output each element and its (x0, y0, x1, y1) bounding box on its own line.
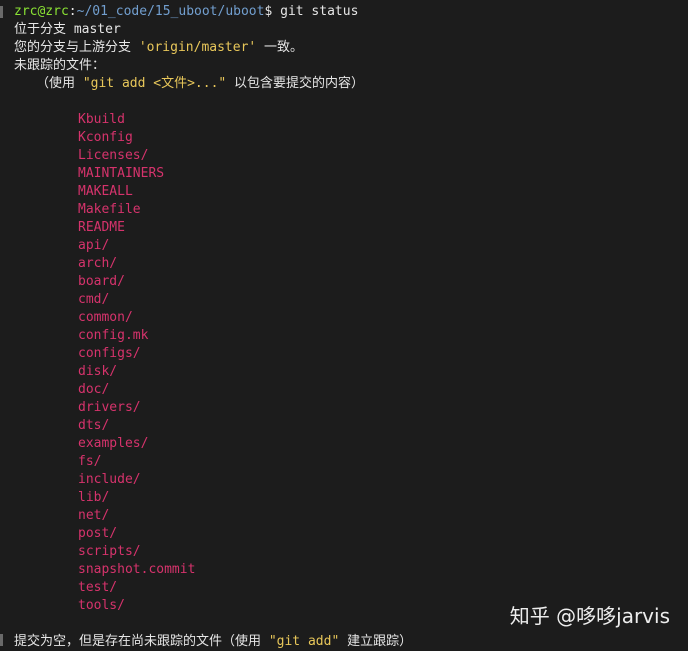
upstream-name: 'origin/master' (138, 40, 257, 55)
untracked-file-item: include/ (78, 472, 141, 487)
footer-command: "git add" (268, 634, 340, 649)
hint-line: （使用 "git add <文件>..." 以包含要提交的内容） (14, 75, 688, 93)
prompt-line: zrc@zrc:~/01_code/15_uboot/uboot$ git st… (14, 3, 688, 21)
untracked-file-item: net/ (78, 508, 110, 523)
untracked-file-item: drivers/ (78, 400, 141, 415)
footer-prefix: 提交为空，但是存在尚未跟踪的文件（使用 (14, 634, 269, 649)
untracked-file-item: cmd/ (78, 292, 110, 307)
terminal-output[interactable]: zrc@zrc:~/01_code/15_uboot/uboot$ git st… (0, 0, 688, 651)
untracked-file-item: snapshot.commit (78, 562, 196, 577)
untracked-file-item: Licenses/ (78, 148, 149, 163)
upstream-prefix: 您的分支与上游分支 (14, 40, 139, 55)
scroll-marker-top (0, 6, 3, 18)
untracked-file-item: MAINTAINERS (78, 166, 165, 181)
zhihu-watermark: 知乎 @哆哆jarvis (509, 604, 670, 628)
upstream-line: 您的分支与上游分支 'origin/master' 一致。 (14, 39, 688, 57)
prompt-separator: : (68, 4, 77, 19)
untracked-file-item: doc/ (78, 382, 110, 397)
untracked-file-item: arch/ (78, 256, 118, 271)
untracked-file-item: examples/ (78, 436, 149, 451)
untracked-file-item: Kconfig (78, 130, 133, 145)
hint-suffix: 以包含要提交的内容） (226, 76, 365, 91)
untracked-file-item: Makefile (78, 202, 141, 217)
untracked-file-item: dts/ (78, 418, 110, 433)
untracked-file-item: post/ (78, 526, 118, 541)
untracked-file-item: Kbuild (78, 112, 125, 127)
untracked-file-item: disk/ (78, 364, 118, 379)
untracked-file-item: configs/ (78, 346, 141, 361)
prompt-user-host: zrc@zrc (14, 4, 69, 19)
hint-command: "git add <文件>..." (82, 76, 227, 91)
untracked-file-item: lib/ (78, 490, 110, 505)
untracked-file-item: common/ (78, 310, 133, 325)
untracked-file-item: scripts/ (78, 544, 141, 559)
footer-suffix: 建立跟踪） (339, 634, 413, 649)
upstream-suffix: 一致。 (256, 40, 304, 55)
untracked-file-item: board/ (78, 274, 125, 289)
prompt-path: ~/01_code/15_uboot/uboot (76, 4, 265, 19)
untracked-file-list: Kbuild Kconfig Licenses/MAINTAINERS MAKEALL… (14, 111, 688, 615)
untracked-file-item: config.mk (78, 328, 149, 343)
branch-line: 位于分支 master (14, 22, 121, 37)
untracked-file-item: fs/ (78, 454, 102, 469)
command-text: git status (272, 4, 359, 19)
untracked-file-item: api/ (78, 238, 110, 253)
hint-prefix: （使用 (36, 76, 83, 91)
untracked-file-item: README (78, 220, 125, 235)
untracked-file-item: MAKEALL (78, 184, 133, 199)
untracked-header: 未跟踪的文件： (14, 58, 106, 73)
scroll-marker-bottom (0, 634, 3, 646)
footer-line: 提交为空，但是存在尚未跟踪的文件（使用 "git add" 建立跟踪） (14, 633, 688, 651)
untracked-file-item: test/ (78, 580, 118, 595)
